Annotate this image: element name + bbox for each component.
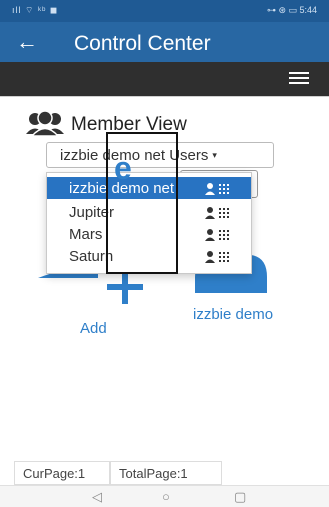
- chevron-down-icon: ▾: [212, 150, 217, 160]
- user-grid-icon: [205, 229, 229, 241]
- add-label[interactable]: Add: [80, 320, 107, 337]
- page-title: Control Center: [74, 32, 211, 55]
- signal-wifi-icons: ıll ⌔ ᵏᵇ ◼: [12, 5, 59, 15]
- users-icon: [26, 110, 64, 137]
- back-triangle-icon[interactable]: ◁: [92, 489, 102, 505]
- app-bar: ← Control Center: [0, 22, 329, 62]
- status-right-info: ⊶ ⊛ ▭ 5:44: [266, 5, 317, 15]
- user-grid-icon: [205, 251, 229, 263]
- overlay-glyph: e: [114, 150, 132, 186]
- user-grid-icon: [205, 183, 229, 195]
- recents-square-icon[interactable]: ▢: [234, 489, 246, 505]
- user-grid-icon: [205, 207, 229, 219]
- status-bar: ıll ⌔ ᵏᵇ ◼ ⊶ ⊛ ▭ 5:44: [0, 0, 329, 22]
- menu-bar: [0, 62, 329, 97]
- dropdown-item-label: Mars: [69, 226, 103, 243]
- user-label[interactable]: izzbie demo: [193, 306, 273, 323]
- home-circle-icon[interactable]: ○: [162, 489, 170, 504]
- hamburger-icon[interactable]: [289, 72, 309, 86]
- current-page: CurPage:1: [14, 461, 110, 485]
- system-nav-bar: ◁ ○ ▢: [0, 485, 329, 507]
- total-pages: TotalPage:1: [110, 461, 222, 485]
- arrow-left-icon[interactable]: ←: [16, 29, 38, 55]
